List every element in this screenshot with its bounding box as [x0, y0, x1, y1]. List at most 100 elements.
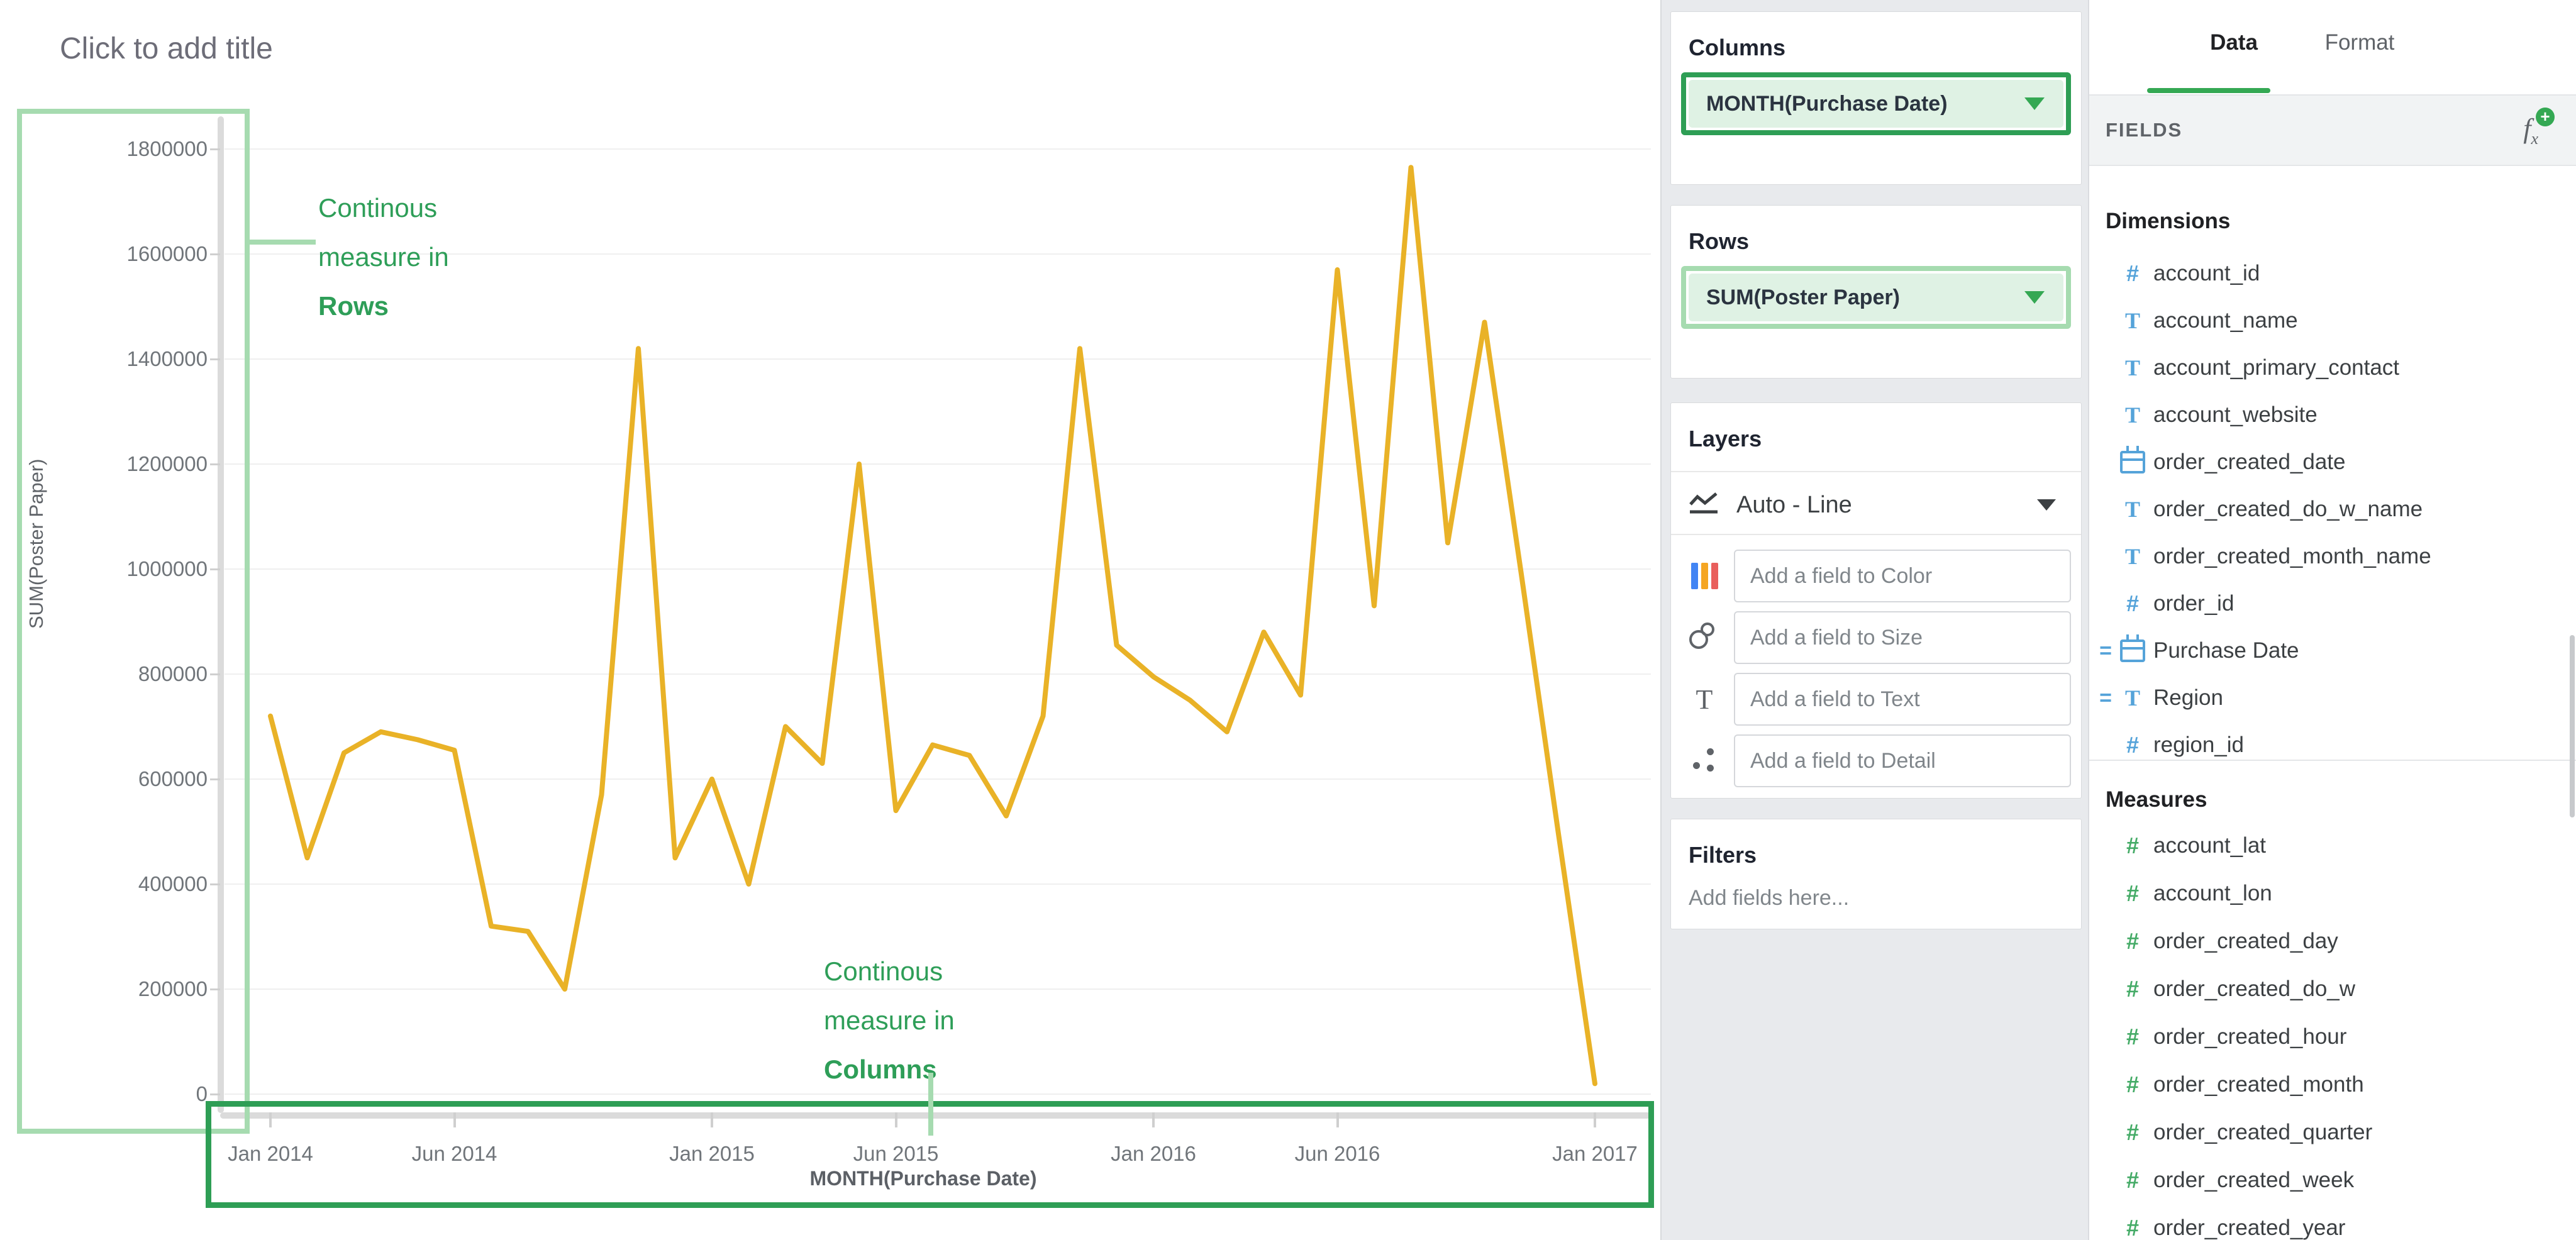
- layer-target-row: Add a field to Color: [1686, 549, 2071, 603]
- mark-type-dropdown[interactable]: Auto - Line: [1689, 480, 2066, 530]
- rows-pill-label: SUM(Poster Paper): [1706, 285, 2024, 310]
- field-label: account_name: [2153, 308, 2298, 333]
- field-list-item[interactable]: # order_created_day: [2089, 918, 2576, 965]
- tab-format[interactable]: Format: [2297, 30, 2423, 55]
- fields-scrollbar[interactable]: [2570, 635, 2575, 817]
- measures-header: Measures: [2106, 787, 2207, 812]
- chart-title-placeholder[interactable]: Click to add title: [60, 31, 273, 66]
- field-list-item[interactable]: # order_created_week: [2089, 1157, 2576, 1204]
- gridline: [225, 673, 1651, 675]
- color-icon: [1686, 563, 1723, 589]
- field-list-item[interactable]: # account_id: [2089, 250, 2576, 297]
- field-label: order_created_quarter: [2153, 1120, 2372, 1145]
- gridline: [225, 358, 1651, 360]
- layer-target-row: Add a field to Size: [1686, 611, 2071, 665]
- layers-card: Layers Auto - Line Add a field to Color …: [1670, 402, 2082, 799]
- number-field-icon: #: [2112, 976, 2153, 1002]
- rows-field-pill[interactable]: SUM(Poster Paper): [1681, 266, 2071, 329]
- columns-field-pill[interactable]: MONTH(Purchase Date): [1681, 72, 2071, 135]
- field-label: account_lon: [2153, 881, 2272, 906]
- field-label: order_created_year: [2153, 1215, 2345, 1240]
- filters-title: Filters: [1689, 842, 2081, 868]
- number-field-icon: #: [2112, 1119, 2153, 1146]
- number-field-icon: #: [2112, 732, 2153, 758]
- field-list-item[interactable]: # account_lat: [2089, 822, 2576, 869]
- field-list-item[interactable]: T account_name: [2089, 297, 2576, 344]
- fields-header-label: FIELDS: [2106, 119, 2523, 141]
- field-list-item[interactable]: = Purchase Date: [2089, 628, 2576, 674]
- field-label: account_id: [2153, 261, 2260, 286]
- gridline: [225, 568, 1651, 570]
- text-icon: T: [1686, 684, 1723, 716]
- filters-card: Filters Add fields here...: [1670, 819, 2082, 929]
- columns-shelf-title: Columns: [1689, 35, 2081, 61]
- field-list-item[interactable]: T account_primary_contact: [2089, 345, 2576, 391]
- field-label: order_created_do_w: [2153, 977, 2355, 1002]
- field-list-item[interactable]: # order_created_year: [2089, 1205, 2576, 1240]
- gridline: [225, 778, 1651, 780]
- field-label: order_created_day: [2153, 929, 2338, 954]
- layer-field-drop-zone[interactable]: Add a field to Text: [1734, 673, 2071, 726]
- number-field-icon: #: [2112, 928, 2153, 955]
- rows-shelf-card: Rows SUM(Poster Paper): [1670, 205, 2082, 379]
- field-label: Purchase Date: [2153, 638, 2299, 663]
- tab-data[interactable]: Data: [2177, 30, 2290, 55]
- field-label: region_id: [2153, 733, 2244, 758]
- visualization-builder-app: Click to add title SUM(Poster Paper) 020…: [0, 0, 2576, 1240]
- chevron-down-icon[interactable]: [2024, 97, 2045, 110]
- field-list-item[interactable]: = T Region: [2089, 675, 2576, 721]
- columns-shelf-card: Columns MONTH(Purchase Date): [1670, 11, 2082, 185]
- field-list-item[interactable]: # order_created_do_w: [2089, 966, 2576, 1012]
- text-field-icon: T: [2112, 496, 2153, 523]
- field-list-item[interactable]: # order_created_quarter: [2089, 1109, 2576, 1156]
- rows-axis-highlight-box: [17, 109, 250, 1134]
- calendar-field-icon: [2112, 446, 2153, 479]
- divider: [1671, 471, 2081, 472]
- field-list-item[interactable]: T account_website: [2089, 392, 2576, 438]
- gridline: [225, 148, 1651, 150]
- field-list-item[interactable]: # order_created_month: [2089, 1061, 2576, 1108]
- field-list-item[interactable]: T order_created_month_name: [2089, 533, 2576, 580]
- number-field-icon: #: [2112, 590, 2153, 617]
- field-list-item[interactable]: # region_id: [2089, 722, 2576, 768]
- columns-annotation-text: Continous measure in Columns: [824, 947, 955, 1094]
- layer-field-drop-zone[interactable]: Add a field to Color: [1734, 550, 2071, 602]
- field-label: account_primary_contact: [2153, 355, 2399, 380]
- field-label: order_created_week: [2153, 1168, 2354, 1193]
- drop-zone-placeholder: Add a field to Text: [1750, 687, 1920, 712]
- field-label: account_lat: [2153, 833, 2266, 858]
- rows-annotation-text: Continous measure in Rows: [318, 184, 449, 331]
- chevron-down-icon[interactable]: [2037, 499, 2056, 511]
- calculated-field-icon: =: [2089, 686, 2112, 711]
- layer-field-drop-zone[interactable]: Add a field to Size: [1734, 611, 2071, 664]
- layer-field-drop-zone[interactable]: Add a field to Detail: [1734, 734, 2071, 787]
- chevron-down-icon[interactable]: [2024, 291, 2045, 304]
- field-label: account_website: [2153, 402, 2318, 428]
- field-list-item[interactable]: order_created_date: [2089, 439, 2576, 485]
- number-field-icon: #: [2112, 833, 2153, 859]
- field-label: order_id: [2153, 591, 2234, 616]
- size-icon: [1686, 623, 1723, 653]
- field-label: order_created_date: [2153, 450, 2346, 475]
- number-field-icon: #: [2112, 1215, 2153, 1240]
- columns-pill-label: MONTH(Purchase Date): [1706, 92, 2024, 116]
- field-list-item[interactable]: # account_lon: [2089, 870, 2576, 917]
- field-list-item[interactable]: T order_created_do_w_name: [2089, 486, 2576, 533]
- calendar-field-icon: [2112, 634, 2153, 668]
- add-calculated-field-icon[interactable]: fx+: [2523, 113, 2538, 148]
- detail-icon: [1686, 747, 1723, 775]
- layers-title: Layers: [1689, 426, 2081, 452]
- field-list-item[interactable]: # order_id: [2089, 580, 2576, 627]
- number-field-icon: #: [2112, 880, 2153, 907]
- text-field-icon: T: [2112, 402, 2153, 428]
- field-list-item[interactable]: # order_created_hour: [2089, 1014, 2576, 1060]
- fields-header-bar: FIELDS fx+: [2089, 96, 2576, 166]
- calculated-field-icon: =: [2089, 639, 2112, 663]
- filters-drop-zone[interactable]: Add fields here...: [1689, 886, 2081, 911]
- drop-zone-placeholder: Add a field to Color: [1750, 564, 1932, 589]
- chart-canvas: Click to add title SUM(Poster Paper) 020…: [0, 0, 1660, 1240]
- number-field-icon: #: [2112, 1071, 2153, 1098]
- drop-zone-placeholder: Add a field to Detail: [1750, 749, 1936, 773]
- field-label: order_created_hour: [2153, 1024, 2346, 1049]
- active-tab-indicator: [2147, 88, 2270, 93]
